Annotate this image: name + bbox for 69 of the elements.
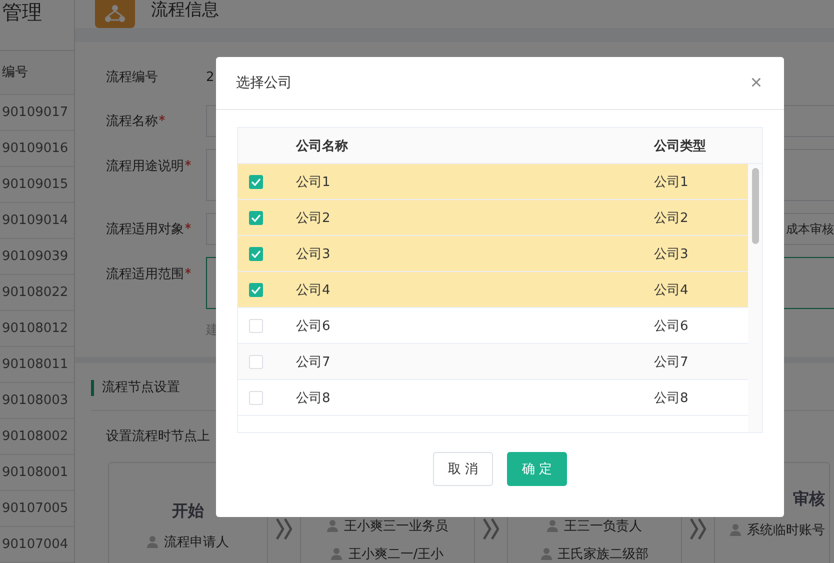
table-row[interactable]: 公司7 公司7 — [238, 344, 748, 380]
table-cell: 90108002 — [0, 419, 74, 455]
field-label: 流程名称 — [106, 112, 206, 130]
table-cell: 90108003 — [0, 383, 74, 419]
checkbox[interactable] — [249, 246, 263, 260]
person-name: 王小爽三一业务员 — [344, 518, 448, 535]
node-title: 开始 — [172, 501, 204, 522]
chevron-icon — [690, 518, 706, 540]
node-title: 审核 — [793, 489, 825, 510]
user-icon — [540, 548, 552, 560]
table-cell-text: 公司6 — [654, 318, 690, 334]
column-header: 公司名称 — [296, 138, 349, 154]
user-icon — [147, 536, 158, 548]
table-cell-text: 公司7 — [654, 354, 690, 370]
table-cell: 90109015 — [0, 167, 74, 203]
required-asterisk-icon — [185, 160, 191, 166]
table-cell-text: 公司2 — [296, 210, 332, 226]
section-hint: 设置流程时节点上 — [106, 428, 211, 445]
table-cell-text: 公司3 — [654, 246, 690, 262]
table-cell-text: 公司7 — [296, 354, 332, 370]
table-cell-text: 公司3 — [296, 246, 332, 262]
field-label: 流程编号 — [106, 69, 159, 86]
table-cell-text: 公司6 — [296, 318, 332, 334]
table-cell-text: 公司1 — [654, 174, 690, 190]
table-row[interactable]: 公司2 公司2 — [238, 200, 748, 236]
close-button[interactable]: × — [748, 73, 764, 93]
person-name: 系统临时账号 — [747, 522, 825, 539]
field-label: 流程适用范围 — [106, 257, 206, 283]
person-name: 流程申请人 — [164, 534, 229, 551]
table-cell: 90109014 — [0, 203, 74, 239]
column-header: 公司类型 — [654, 138, 707, 154]
table-cell: 90107005 — [0, 491, 74, 527]
user-icon — [327, 520, 338, 532]
required-asterisk-icon — [185, 268, 191, 274]
checkbox[interactable] — [249, 174, 263, 188]
scrollbar[interactable] — [748, 164, 762, 432]
field-label: 流程用途说明 — [106, 149, 206, 175]
table-cell-text: 公司4 — [654, 282, 690, 298]
table-cell: 90109017 — [0, 95, 74, 131]
checkbox[interactable] — [249, 210, 263, 224]
required-asterisk-icon — [185, 223, 191, 229]
chevron-icon — [483, 518, 499, 540]
required-asterisk-icon — [159, 115, 165, 121]
chevron-icon — [276, 518, 292, 540]
table-cell: 90108011 — [0, 347, 74, 383]
table-cell: 90107004 — [0, 527, 74, 563]
field-value: 2 — [206, 70, 214, 84]
person-name: 王小爽二一/王小 — [348, 546, 444, 563]
table-cell-text: 公司4 — [296, 282, 332, 298]
user-icon — [331, 548, 342, 560]
dialog-title: 选择公司 — [236, 74, 292, 92]
table-cell: 90109039 — [0, 239, 74, 275]
table-cell: 90109016 — [0, 131, 74, 167]
user-icon — [547, 520, 558, 532]
person-name: 王三一负责人 — [564, 518, 642, 535]
table-cell-text: 公司2 — [654, 210, 690, 226]
cancel-button[interactable]: 取 消 — [433, 452, 493, 486]
table-cell: 90108022 — [0, 275, 74, 311]
table-row[interactable]: 公司4 公司4 — [238, 272, 748, 308]
page-title: 流程信息 — [151, 0, 219, 21]
table-cell: 90108001 — [0, 455, 74, 491]
table-row[interactable]: 公司1 公司1 — [238, 164, 748, 200]
person-name: 王氏家族二级部 — [558, 546, 648, 563]
table-cell: 90108012 — [0, 311, 74, 347]
field-label: 流程适用对象 — [106, 220, 206, 238]
user-icon — [730, 524, 741, 536]
table-row[interactable]: 公司3 公司3 — [238, 236, 748, 272]
table-cell-text: 公司1 — [296, 174, 332, 190]
checkbox[interactable] — [249, 282, 263, 296]
